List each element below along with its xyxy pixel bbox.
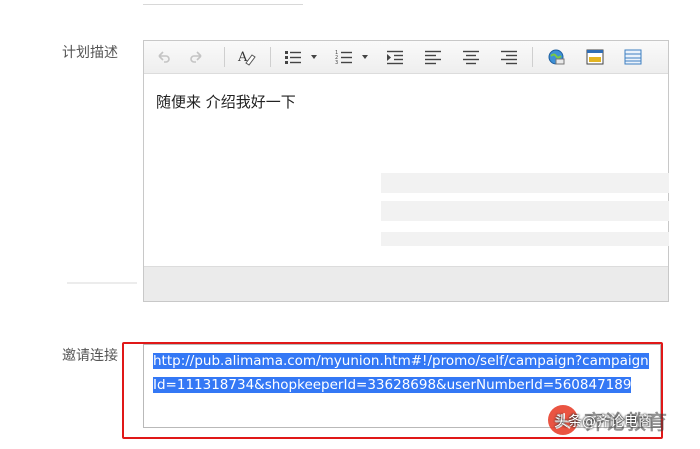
align-center-icon[interactable] [460, 47, 482, 67]
previous-field-bottom [143, 0, 303, 5]
numbered-list-icon[interactable]: 123 [333, 47, 355, 67]
insert-image-icon[interactable] [584, 47, 606, 67]
editor-background-artifact [381, 201, 669, 221]
invite-link-label: 邀请连接 [62, 348, 118, 364]
toolbar-separator [224, 47, 225, 67]
watermark-source: 头条@齐论电商 [554, 411, 652, 431]
toolbar-separator [270, 47, 271, 67]
insert-link-icon[interactable] [545, 47, 567, 67]
watermark-source-name: 头条 [554, 414, 582, 430]
editor-status-bar [144, 266, 668, 301]
align-left-icon[interactable] [422, 47, 444, 67]
editor-toolbar: A 123 [144, 41, 668, 74]
undo-icon[interactable] [152, 47, 174, 67]
editor-background-artifact [381, 173, 669, 193]
indent-icon[interactable] [384, 47, 406, 67]
editor-text[interactable]: 随便来 介绍我好一下 [156, 91, 296, 112]
bulleted-list-icon[interactable] [282, 47, 304, 67]
editor-background-artifact [381, 232, 669, 246]
plan-description-label: 计划描述 [62, 45, 118, 61]
divider [67, 282, 137, 284]
insert-table-icon[interactable] [622, 47, 644, 67]
svg-text:3: 3 [335, 60, 338, 65]
rich-text-editor[interactable]: A 123 随便来 介绍我好一下 [143, 40, 669, 302]
watermark-account: @齐论电商 [582, 414, 652, 430]
toolbar-separator [532, 47, 533, 67]
redo-icon[interactable] [186, 47, 208, 67]
clear-format-icon[interactable]: A [236, 47, 258, 67]
align-right-icon[interactable] [498, 47, 520, 67]
bulleted-list-dropdown-icon[interactable] [311, 55, 317, 59]
numbered-list-dropdown-icon[interactable] [362, 55, 368, 59]
